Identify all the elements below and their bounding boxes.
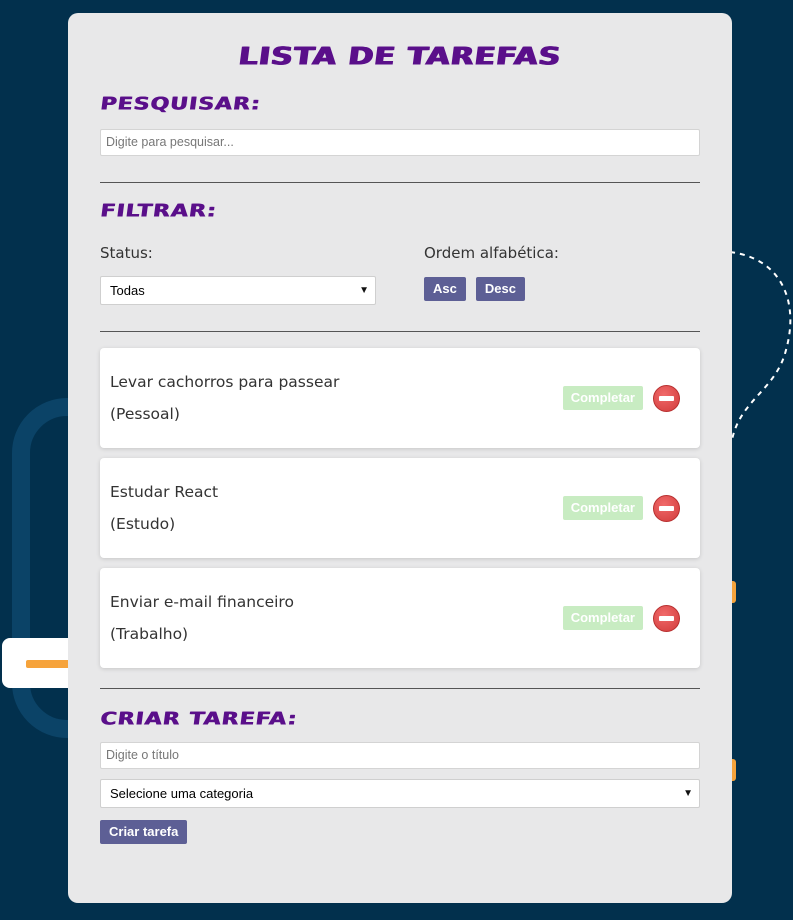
chevron-down-icon: ▼ <box>359 285 369 296</box>
status-select[interactable]: Todas ▼ <box>100 276 376 305</box>
page-title: LISTA DE TAREFAS <box>236 42 564 71</box>
todo-app-panel: LISTA DE TAREFAS PESQUISAR: Digite para … <box>68 13 732 903</box>
status-label: Status: <box>100 244 153 262</box>
todo-list: Levar cachorros para passear (Pessoal) C… <box>100 348 700 668</box>
filter-section-title: FILTRAR: <box>98 201 218 222</box>
complete-button[interactable]: Completar <box>562 496 643 520</box>
divider <box>100 331 700 332</box>
todo-item: Levar cachorros para passear (Pessoal) C… <box>100 348 700 448</box>
background-orange-bar <box>26 660 70 668</box>
status-filter-group: Status: Todas ▼ <box>100 244 424 305</box>
filter-row: Status: Todas ▼ Ordem alfabética: Asc De… <box>100 244 700 305</box>
order-label: Ordem alfabética: <box>424 244 559 262</box>
todo-content: Enviar e-mail financeiro (Trabalho) <box>110 593 294 643</box>
order-filter-group: Ordem alfabética: Asc Desc <box>424 244 559 305</box>
create-button-wrapper: Criar tarefa <box>100 820 700 844</box>
todo-actions: Completar <box>562 604 680 632</box>
todo-category: (Pessoal) <box>110 405 180 423</box>
chevron-down-icon: ▼ <box>683 788 693 799</box>
status-select-value: Todas <box>110 283 145 298</box>
todo-category: (Estudo) <box>110 515 176 533</box>
todo-actions: Completar <box>562 494 680 522</box>
remove-icon[interactable] <box>653 384 680 412</box>
todo-content: Levar cachorros para passear (Pessoal) <box>110 373 339 423</box>
sort-asc-button[interactable]: Asc <box>424 277 466 301</box>
todo-content: Estudar React (Estudo) <box>110 483 218 533</box>
divider <box>100 182 700 183</box>
todo-title: Levar cachorros para passear <box>110 373 340 391</box>
order-buttons: Asc Desc <box>424 277 559 301</box>
category-select-value: Selecione uma categoria <box>110 786 254 801</box>
todo-item: Enviar e-mail financeiro (Trabalho) Comp… <box>100 568 700 668</box>
search-section-title: PESQUISAR: <box>98 94 262 115</box>
remove-icon[interactable] <box>653 604 680 632</box>
category-select[interactable]: Selecione uma categoria ▼ <box>100 779 700 808</box>
todo-item: Estudar React (Estudo) Completar <box>100 458 700 558</box>
create-section-title: CRIAR TAREFA: <box>98 709 299 730</box>
task-title-input[interactable]: Digite o título <box>100 742 700 769</box>
sort-desc-button[interactable]: Desc <box>475 277 525 301</box>
todo-title: Enviar e-mail financeiro <box>110 593 294 611</box>
complete-button[interactable]: Completar <box>562 386 643 410</box>
todo-title: Estudar React <box>110 483 219 501</box>
remove-icon[interactable] <box>653 494 680 522</box>
todo-category: (Trabalho) <box>110 625 189 643</box>
search-input[interactable]: Digite para pesquisar... <box>100 129 700 156</box>
complete-button[interactable]: Completar <box>562 606 643 630</box>
divider <box>100 688 700 689</box>
todo-actions: Completar <box>562 384 680 412</box>
create-task-button[interactable]: Criar tarefa <box>100 820 188 844</box>
